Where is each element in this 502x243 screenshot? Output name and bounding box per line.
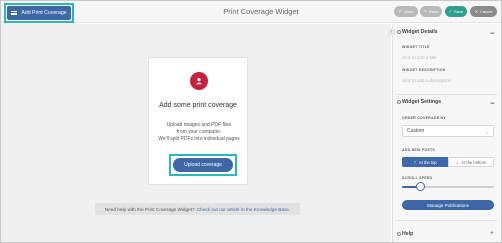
settings-panel: Widget Details ••• WIDGET TITLE click to…: [392, 24, 501, 242]
order-coverage-select[interactable]: Custom ⌄: [402, 125, 494, 137]
cancel-button[interactable]: ✕ Cancel: [470, 6, 497, 17]
widget-title-field[interactable]: click to add a title: [402, 55, 437, 60]
order-coverage-label: ORDER COVERAGE BY: [402, 116, 446, 120]
arrow-up-icon: ⇡: [413, 159, 417, 165]
empty-state-card: Add some print coverage Upload images an…: [148, 57, 248, 185]
details-icon: [397, 29, 401, 34]
widget-canvas: Add some print coverage Upload images an…: [1, 24, 391, 242]
empty-state-heading: Add some print coverage: [159, 102, 237, 109]
redo-label: Redo: [428, 9, 439, 14]
description-line-2: from your computer.: [176, 128, 222, 135]
check-icon: ✓: [448, 9, 453, 14]
order-coverage-value: Custom: [407, 128, 425, 134]
empty-state-description: Upload images and PDF files from your co…: [153, 122, 245, 142]
redo-button[interactable]: ↷ Redo: [420, 6, 442, 17]
add-button-highlight: Add Print Coverage: [4, 3, 74, 23]
help-title: Help: [402, 231, 414, 237]
at-top-option[interactable]: ⇡ At the top: [402, 157, 448, 167]
more-icon[interactable]: •••: [490, 101, 494, 107]
undo-icon: ↶: [398, 9, 402, 14]
save-label: Save: [454, 9, 464, 14]
menu-icon: [11, 11, 18, 15]
scroll-speed-handle[interactable]: [415, 182, 425, 191]
save-button[interactable]: ✓ Save: [445, 6, 467, 17]
widget-settings-header[interactable]: Widget Settings •••: [393, 95, 502, 109]
description-line-3: We'll split PDFs into individual pages: [158, 135, 240, 142]
widget-title-label: WIDGET TITLE: [402, 45, 430, 49]
widget-details-title: Widget Details: [402, 29, 438, 35]
widget-description-field[interactable]: click to add a description: [402, 78, 451, 83]
undo-button[interactable]: ↶ Undo: [394, 6, 418, 17]
widget-settings-title: Widget Settings: [402, 99, 442, 105]
description-line-1: Upload images and PDF files: [166, 122, 232, 128]
at-bottom-label: At the bottom: [461, 159, 487, 165]
upload-button-highlight: Upload coverage: [169, 154, 237, 176]
widget-description-label: WIDGET DESCRIPTION: [402, 68, 446, 72]
add-new-posts-label: ADD NEW POSTS: [402, 148, 435, 152]
at-bottom-option[interactable]: ⇣ At the bottom: [448, 157, 494, 167]
add-button-label: Add Print Coverage: [21, 10, 67, 16]
help-banner-text: Need help with the Print Coverage Widget…: [104, 206, 195, 212]
at-top-label: At the top: [418, 159, 437, 165]
plus-icon[interactable]: +: [490, 230, 494, 237]
brand-person-icon: [190, 72, 208, 90]
scroll-speed-label: SCROLL SPEED: [402, 176, 433, 180]
help-header[interactable]: Help +: [393, 227, 502, 241]
divider: [397, 220, 498, 221]
add-print-coverage-button[interactable]: Add Print Coverage: [7, 6, 71, 20]
manage-publications-button[interactable]: Manage Publications: [402, 200, 494, 210]
knowledge-base-link[interactable]: Check out our article in the Knowledge B…: [197, 207, 291, 212]
arrow-down-icon: ⇣: [455, 159, 460, 165]
cancel-label: Cancel: [479, 9, 493, 14]
upload-coverage-button[interactable]: Upload coverage: [173, 158, 233, 172]
help-icon: [397, 231, 401, 236]
widget-details-header[interactable]: Widget Details •••: [393, 25, 502, 39]
gear-icon: [397, 99, 401, 104]
page-title: Print Coverage Widget: [223, 7, 299, 16]
add-new-posts-toggle: ⇡ At the top ⇣ At the bottom: [402, 157, 494, 167]
more-icon[interactable]: •••: [490, 31, 494, 37]
chevron-down-icon: ⌄: [485, 129, 489, 134]
undo-label: Undo: [403, 9, 414, 14]
help-banner: Need help with the Print Coverage Widget…: [95, 203, 300, 215]
collapse-panel-icon[interactable]: ‹: [388, 28, 395, 36]
redo-icon: ↷: [423, 9, 427, 14]
close-icon: ✕: [474, 9, 478, 14]
